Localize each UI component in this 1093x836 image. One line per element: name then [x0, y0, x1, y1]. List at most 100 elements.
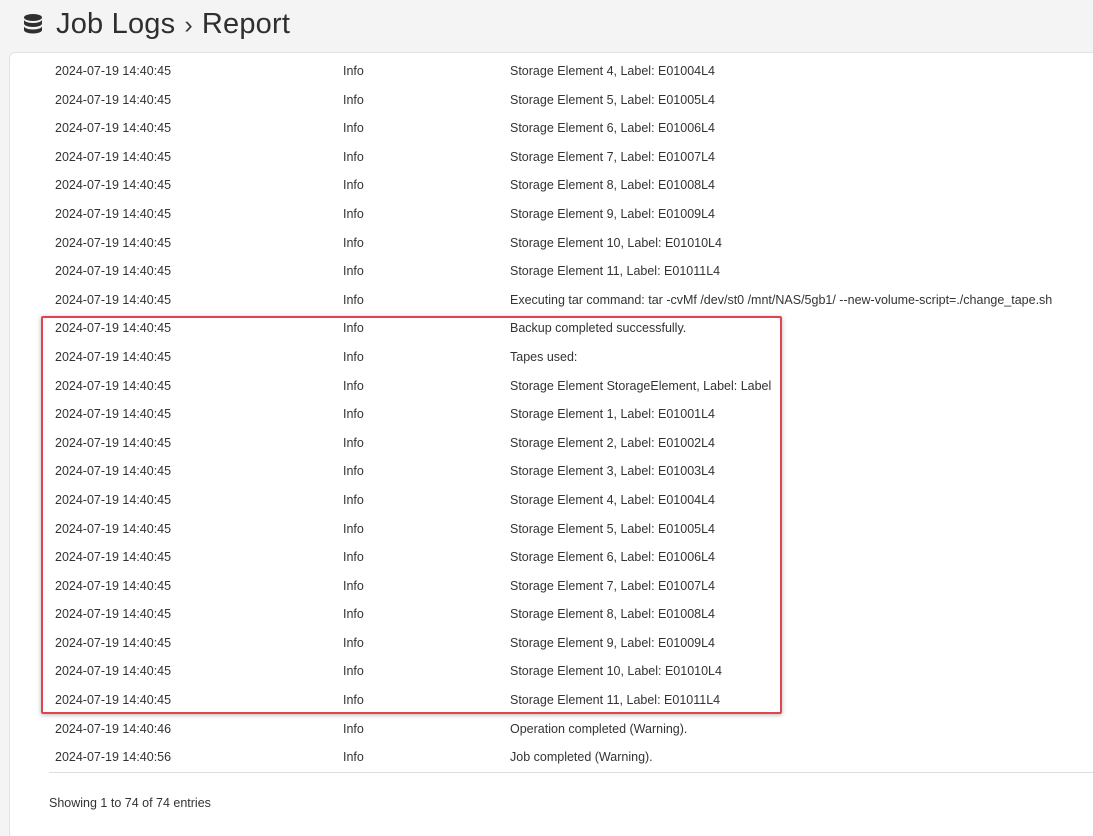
table-row: 2024-07-19 14:40:45 Info Storage Element 9… [49, 629, 1093, 658]
log-level: Info [343, 607, 364, 622]
log-level: Info [343, 435, 364, 450]
log-date: 2024-07-19 14:40:45 [55, 407, 172, 422]
log-level: Info [343, 92, 364, 107]
log-level: Info [343, 264, 364, 279]
table-row: 2024-07-19 14:40:45 Info Tapes used: [49, 343, 1093, 372]
log-date: 2024-07-19 14:40:45 [55, 121, 172, 136]
log-level: Info [343, 378, 364, 393]
table-row: 2024-07-19 14:40:45 Info Storage Element 7… [49, 143, 1093, 172]
table-row: 2024-07-19 14:40:45 Info Storage Element 6… [49, 114, 1093, 143]
log-level: Info [343, 464, 364, 479]
table-row: 2024-07-19 14:40:45 Info Storage Element 5… [49, 515, 1093, 544]
log-level: Info [343, 664, 364, 679]
log-message: Storage Element 8, Label: E01008L4 [510, 607, 716, 622]
log-message: Storage Element 10, Label: E01010L4 [510, 235, 722, 250]
log-table: 2024-07-19 14:40:45 Info Storage Element 4… [49, 57, 1093, 772]
table-row: 2024-07-19 14:40:45 Info Storage Element 3… [49, 457, 1093, 486]
log-date: 2024-07-19 14:40:45 [55, 607, 172, 622]
log-message: Job completed (Warning). [510, 750, 653, 765]
log-date: 2024-07-19 14:40:45 [55, 64, 172, 78]
log-date: 2024-07-19 14:40:45 [55, 149, 172, 164]
log-message: Storage Element StorageElement, Label: L… [510, 378, 772, 393]
log-level: Info [343, 750, 364, 765]
log-date: 2024-07-19 14:40:45 [55, 321, 172, 336]
log-date: 2024-07-19 14:40:45 [55, 292, 172, 307]
table-row: 2024-07-19 14:40:45 Info Executing tar com… [49, 286, 1093, 315]
log-card: 2024-07-19 14:40:45 Info Storage Element 4… [9, 52, 1093, 836]
log-level: Info [343, 521, 364, 536]
table-row: 2024-07-19 14:40:45 Info Storage Element 4… [49, 57, 1093, 86]
log-level: Info [343, 492, 364, 507]
breadcrumb-job-logs[interactable]: Job Logs [56, 8, 175, 40]
log-level: Info [343, 121, 364, 136]
log-level: Info [343, 235, 364, 250]
log-level: Info [343, 693, 364, 708]
log-level: Info [343, 64, 364, 78]
table-info: Showing 1 to 74 of 74 entries [49, 796, 211, 810]
page-title: Job Logs › Report [56, 6, 290, 43]
log-message: Storage Element 8, Label: E01008L4 [510, 178, 716, 193]
log-message: Storage Element 6, Label: E01006L4 [510, 550, 716, 565]
log-date: 2024-07-19 14:40:56 [55, 750, 172, 765]
log-message: Storage Element 10, Label: E01010L4 [510, 664, 722, 679]
table-row: 2024-07-19 14:40:45 Info Storage Element 8… [49, 600, 1093, 629]
log-date: 2024-07-19 14:40:45 [55, 178, 172, 193]
table-row: 2024-07-19 14:40:45 Info Backup completed … [49, 314, 1093, 343]
log-date: 2024-07-19 14:40:45 [55, 693, 172, 708]
log-message: Storage Element 6, Label: E01006L4 [510, 121, 716, 136]
log-level: Info [343, 178, 364, 193]
table-row: 2024-07-19 14:40:45 Info Storage Element 6… [49, 543, 1093, 572]
log-date: 2024-07-19 14:40:45 [55, 550, 172, 565]
log-message: Storage Element 11, Label: E01011L4 [510, 693, 721, 708]
table-row: 2024-07-19 14:40:45 Info Storage Element 1… [49, 257, 1093, 286]
log-date: 2024-07-19 14:40:45 [55, 521, 172, 536]
log-date: 2024-07-19 14:40:45 [55, 492, 172, 507]
log-date: 2024-07-19 14:40:45 [55, 264, 172, 279]
log-level: Info [343, 407, 364, 422]
log-message: Storage Element 11, Label: E01011L4 [510, 264, 721, 279]
log-date: 2024-07-19 14:40:45 [55, 435, 172, 450]
table-row: 2024-07-19 14:40:45 Info Storage Element 4… [49, 486, 1093, 515]
log-date: 2024-07-19 14:40:45 [55, 378, 172, 393]
log-message: Tapes used: [510, 349, 578, 364]
log-message: Storage Element 4, Label: E01004L4 [510, 64, 716, 78]
breadcrumb-separator: › [184, 11, 193, 39]
log-message: Storage Element 5, Label: E01005L4 [510, 92, 716, 107]
table-row: 2024-07-19 14:40:45 Info Storage Element 1… [49, 229, 1093, 258]
log-date: 2024-07-19 14:40:45 [55, 664, 172, 679]
log-message: Executing tar command: tar -cvMf /dev/st… [510, 292, 1053, 307]
log-message: Backup completed successfully. [510, 321, 687, 336]
log-message: Operation completed (Warning). [510, 721, 688, 736]
table-row: 2024-07-19 14:40:45 Info Storage Element 7… [49, 572, 1093, 601]
log-message: Storage Element 9, Label: E01009L4 [510, 635, 716, 650]
log-date: 2024-07-19 14:40:45 [55, 464, 172, 479]
table-row: 2024-07-19 14:40:56 Info Job completed (Wa… [49, 743, 1093, 772]
page-header: Job Logs › Report [0, 0, 1093, 52]
log-level: Info [343, 721, 364, 736]
log-level: Info [343, 550, 364, 565]
log-date: 2024-07-19 14:40:45 [55, 349, 172, 364]
log-level: Info [343, 578, 364, 593]
log-level: Info [343, 292, 364, 307]
table-row: 2024-07-19 14:40:45 Info Storage Element 5… [49, 86, 1093, 115]
database-icon [24, 14, 42, 34]
table-row: 2024-07-19 14:40:45 Info Storage Element 1… [49, 400, 1093, 429]
log-level: Info [343, 149, 364, 164]
log-date: 2024-07-19 14:40:45 [55, 578, 172, 593]
log-level: Info [343, 349, 364, 364]
log-message: Storage Element 7, Label: E01007L4 [510, 578, 716, 593]
table-row: 2024-07-19 14:40:45 Info Storage Element 2… [49, 429, 1093, 458]
log-message: Storage Element 1, Label: E01001L4 [510, 407, 716, 422]
log-message: Storage Element 7, Label: E01007L4 [510, 149, 716, 164]
log-message: Storage Element 4, Label: E01004L4 [510, 492, 716, 507]
log-date: 2024-07-19 14:40:46 [55, 721, 172, 736]
log-date: 2024-07-19 14:40:45 [55, 206, 172, 221]
log-level: Info [343, 635, 364, 650]
table-row: 2024-07-19 14:40:46 Info Operation complet… [49, 715, 1093, 744]
table-row: 2024-07-19 14:40:45 Info Storage Element 1… [49, 686, 1093, 715]
log-level: Info [343, 321, 364, 336]
table-row: 2024-07-19 14:40:45 Info Storage Element 8… [49, 171, 1093, 200]
table-bottom-border [49, 772, 1093, 773]
table-row: 2024-07-19 14:40:45 Info Storage Element 1… [49, 657, 1093, 686]
log-message: Storage Element 5, Label: E01005L4 [510, 521, 716, 536]
